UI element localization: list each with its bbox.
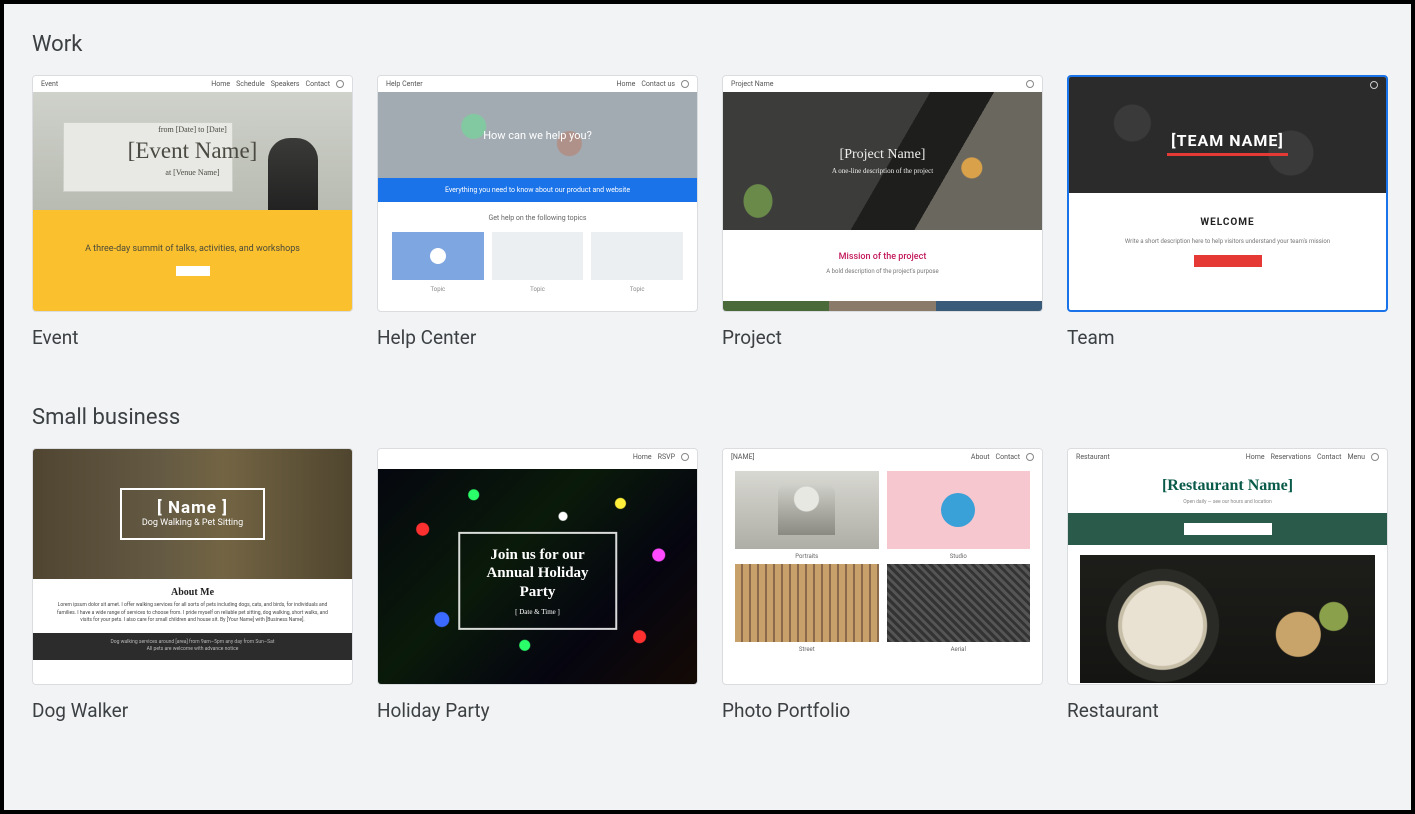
dog-walker-subtitle: Dog Walking & Pet Sitting xyxy=(142,518,243,530)
template-card-project[interactable]: Project Name [Project Name] A one-line d… xyxy=(722,75,1043,349)
portfolio-image xyxy=(887,564,1031,642)
portfolio-image xyxy=(735,564,879,642)
template-card-restaurant[interactable]: Restaurant Home Reservations Contact Men… xyxy=(1067,448,1388,722)
search-icon xyxy=(1026,80,1034,88)
nav-link: Home xyxy=(1246,453,1265,461)
template-thumb-dog-walker: [ Name ] Dog Walking & Pet Sitting About… xyxy=(32,448,353,685)
section-label: Get help on the following topics xyxy=(392,214,683,222)
search-icon xyxy=(681,453,689,461)
brand-text: Project Name xyxy=(731,80,773,88)
nav-link: RSVP xyxy=(658,453,675,461)
about-body: Lorem ipsum dolor sit amet. I offer walk… xyxy=(57,602,328,625)
section-title-work: Work xyxy=(32,32,1383,57)
template-thumb-team: [TEAM NAME] WELCOME Write a short descri… xyxy=(1067,75,1388,312)
hero-question: How can we help you? xyxy=(483,129,592,142)
mission-heading: Mission of the project xyxy=(723,252,1042,262)
template-card-help-center[interactable]: Help Center Home Contact us How can we h… xyxy=(377,75,698,349)
template-card-holiday-party[interactable]: Home RSVP Join us for our Annual Holiday… xyxy=(377,448,698,722)
row-small-business: [ Name ] Dog Walking & Pet Sitting About… xyxy=(32,448,1383,722)
restaurant-title: [Restaurant Name] xyxy=(1068,465,1387,499)
nav-link: Contact xyxy=(996,453,1020,461)
search-bar xyxy=(1184,523,1272,535)
welcome-heading: WELCOME xyxy=(1069,217,1386,228)
portfolio-image xyxy=(735,471,879,549)
food-image xyxy=(1080,555,1375,683)
brand-text: [NAME] xyxy=(731,453,754,461)
learn-more-button xyxy=(1194,255,1262,267)
nav-link: Home xyxy=(633,453,652,461)
tile-caption: Topic xyxy=(392,286,484,293)
event-tagline: A three-day summit of talks, activities,… xyxy=(33,244,352,254)
holiday-subtitle: [ Date & Time ] xyxy=(478,608,598,616)
portfolio-image xyxy=(887,471,1031,549)
image-caption: Portraits xyxy=(735,553,879,560)
nav-link: Speakers xyxy=(271,80,300,88)
rsvp-button xyxy=(176,266,210,276)
template-label-holiday-party: Holiday Party xyxy=(377,699,698,722)
template-label-project: Project xyxy=(722,326,1043,349)
nav-link: Contact xyxy=(306,80,330,88)
template-thumb-holiday-party: Home RSVP Join us for our Annual Holiday… xyxy=(377,448,698,685)
nav-link: Contact us xyxy=(641,80,675,88)
nav-link: Reservations xyxy=(1271,453,1311,461)
topic-tile xyxy=(591,232,683,280)
template-thumb-restaurant: Restaurant Home Reservations Contact Men… xyxy=(1067,448,1388,685)
image-caption: Studio xyxy=(887,553,1031,560)
template-thumb-project: Project Name [Project Name] A one-line d… xyxy=(722,75,1043,312)
topic-tile xyxy=(392,232,484,280)
blue-strip: Everything you need to know about our pr… xyxy=(378,178,697,202)
template-label-event: Event xyxy=(32,326,353,349)
nav-link: Home xyxy=(616,80,635,88)
nav-link: Menu xyxy=(1347,453,1365,461)
row-work: Event Home Schedule Speakers Contact fro… xyxy=(32,75,1383,349)
tile-caption: Topic xyxy=(591,286,683,293)
footer-line: Dog walking services around [area] from … xyxy=(53,639,332,647)
template-card-dog-walker[interactable]: [ Name ] Dog Walking & Pet Sitting About… xyxy=(32,448,353,722)
event-date-line: from [Date] to [Date] xyxy=(158,125,227,134)
template-card-event[interactable]: Event Home Schedule Speakers Contact fro… xyxy=(32,75,353,349)
team-name: [TEAM NAME] xyxy=(1167,131,1288,156)
template-label-dog-walker: Dog Walker xyxy=(32,699,353,722)
search-icon xyxy=(1370,81,1378,89)
project-subtitle: A one-line description of the project xyxy=(832,167,933,175)
template-card-team[interactable]: [TEAM NAME] WELCOME Write a short descri… xyxy=(1067,75,1388,349)
image-caption: Aerial xyxy=(887,646,1031,653)
template-label-restaurant: Restaurant xyxy=(1067,699,1388,722)
template-thumb-help-center: Help Center Home Contact us How can we h… xyxy=(377,75,698,312)
template-label-team: Team xyxy=(1067,326,1388,349)
template-label-help-center: Help Center xyxy=(377,326,698,349)
brand-text: Restaurant xyxy=(1076,453,1110,461)
team-description: Write a short description here to help v… xyxy=(1099,238,1356,245)
template-label-photo-portfolio: Photo Portfolio xyxy=(722,699,1043,722)
nav-link: About xyxy=(971,453,990,461)
search-icon xyxy=(681,80,689,88)
brand-text: Event xyxy=(41,80,58,88)
search-icon xyxy=(1026,453,1034,461)
nav-link: Home xyxy=(211,80,230,88)
brand-text: Help Center xyxy=(386,80,423,88)
template-thumb-event: Event Home Schedule Speakers Contact fro… xyxy=(32,75,353,312)
tile-caption: Topic xyxy=(492,286,584,293)
footer-line: All pets are welcome with advance notice xyxy=(53,646,332,654)
image-caption: Street xyxy=(735,646,879,653)
project-title: [Project Name] xyxy=(840,147,926,163)
dog-walker-name: [ Name ] xyxy=(142,498,243,518)
template-card-photo-portfolio[interactable]: [NAME] About Contact Portraits Studio xyxy=(722,448,1043,722)
nav-link: Contact xyxy=(1317,453,1341,461)
event-venue: at [Venue Name] xyxy=(165,168,219,177)
mission-subtitle: A bold description of the project's purp… xyxy=(723,268,1042,275)
template-thumb-photo-portfolio: [NAME] About Contact Portraits Studio xyxy=(722,448,1043,685)
search-icon xyxy=(336,80,344,88)
about-heading: About Me xyxy=(57,587,328,598)
event-title: [Event Name] xyxy=(128,138,258,164)
topic-tile xyxy=(492,232,584,280)
restaurant-subtitle: Open daily — see our hours and location xyxy=(1068,499,1387,505)
section-title-small-business: Small business xyxy=(32,405,1383,430)
nav-link: Schedule xyxy=(236,80,265,88)
holiday-title: Join us for our Annual Holiday Party xyxy=(478,545,598,601)
search-icon xyxy=(1371,453,1379,461)
